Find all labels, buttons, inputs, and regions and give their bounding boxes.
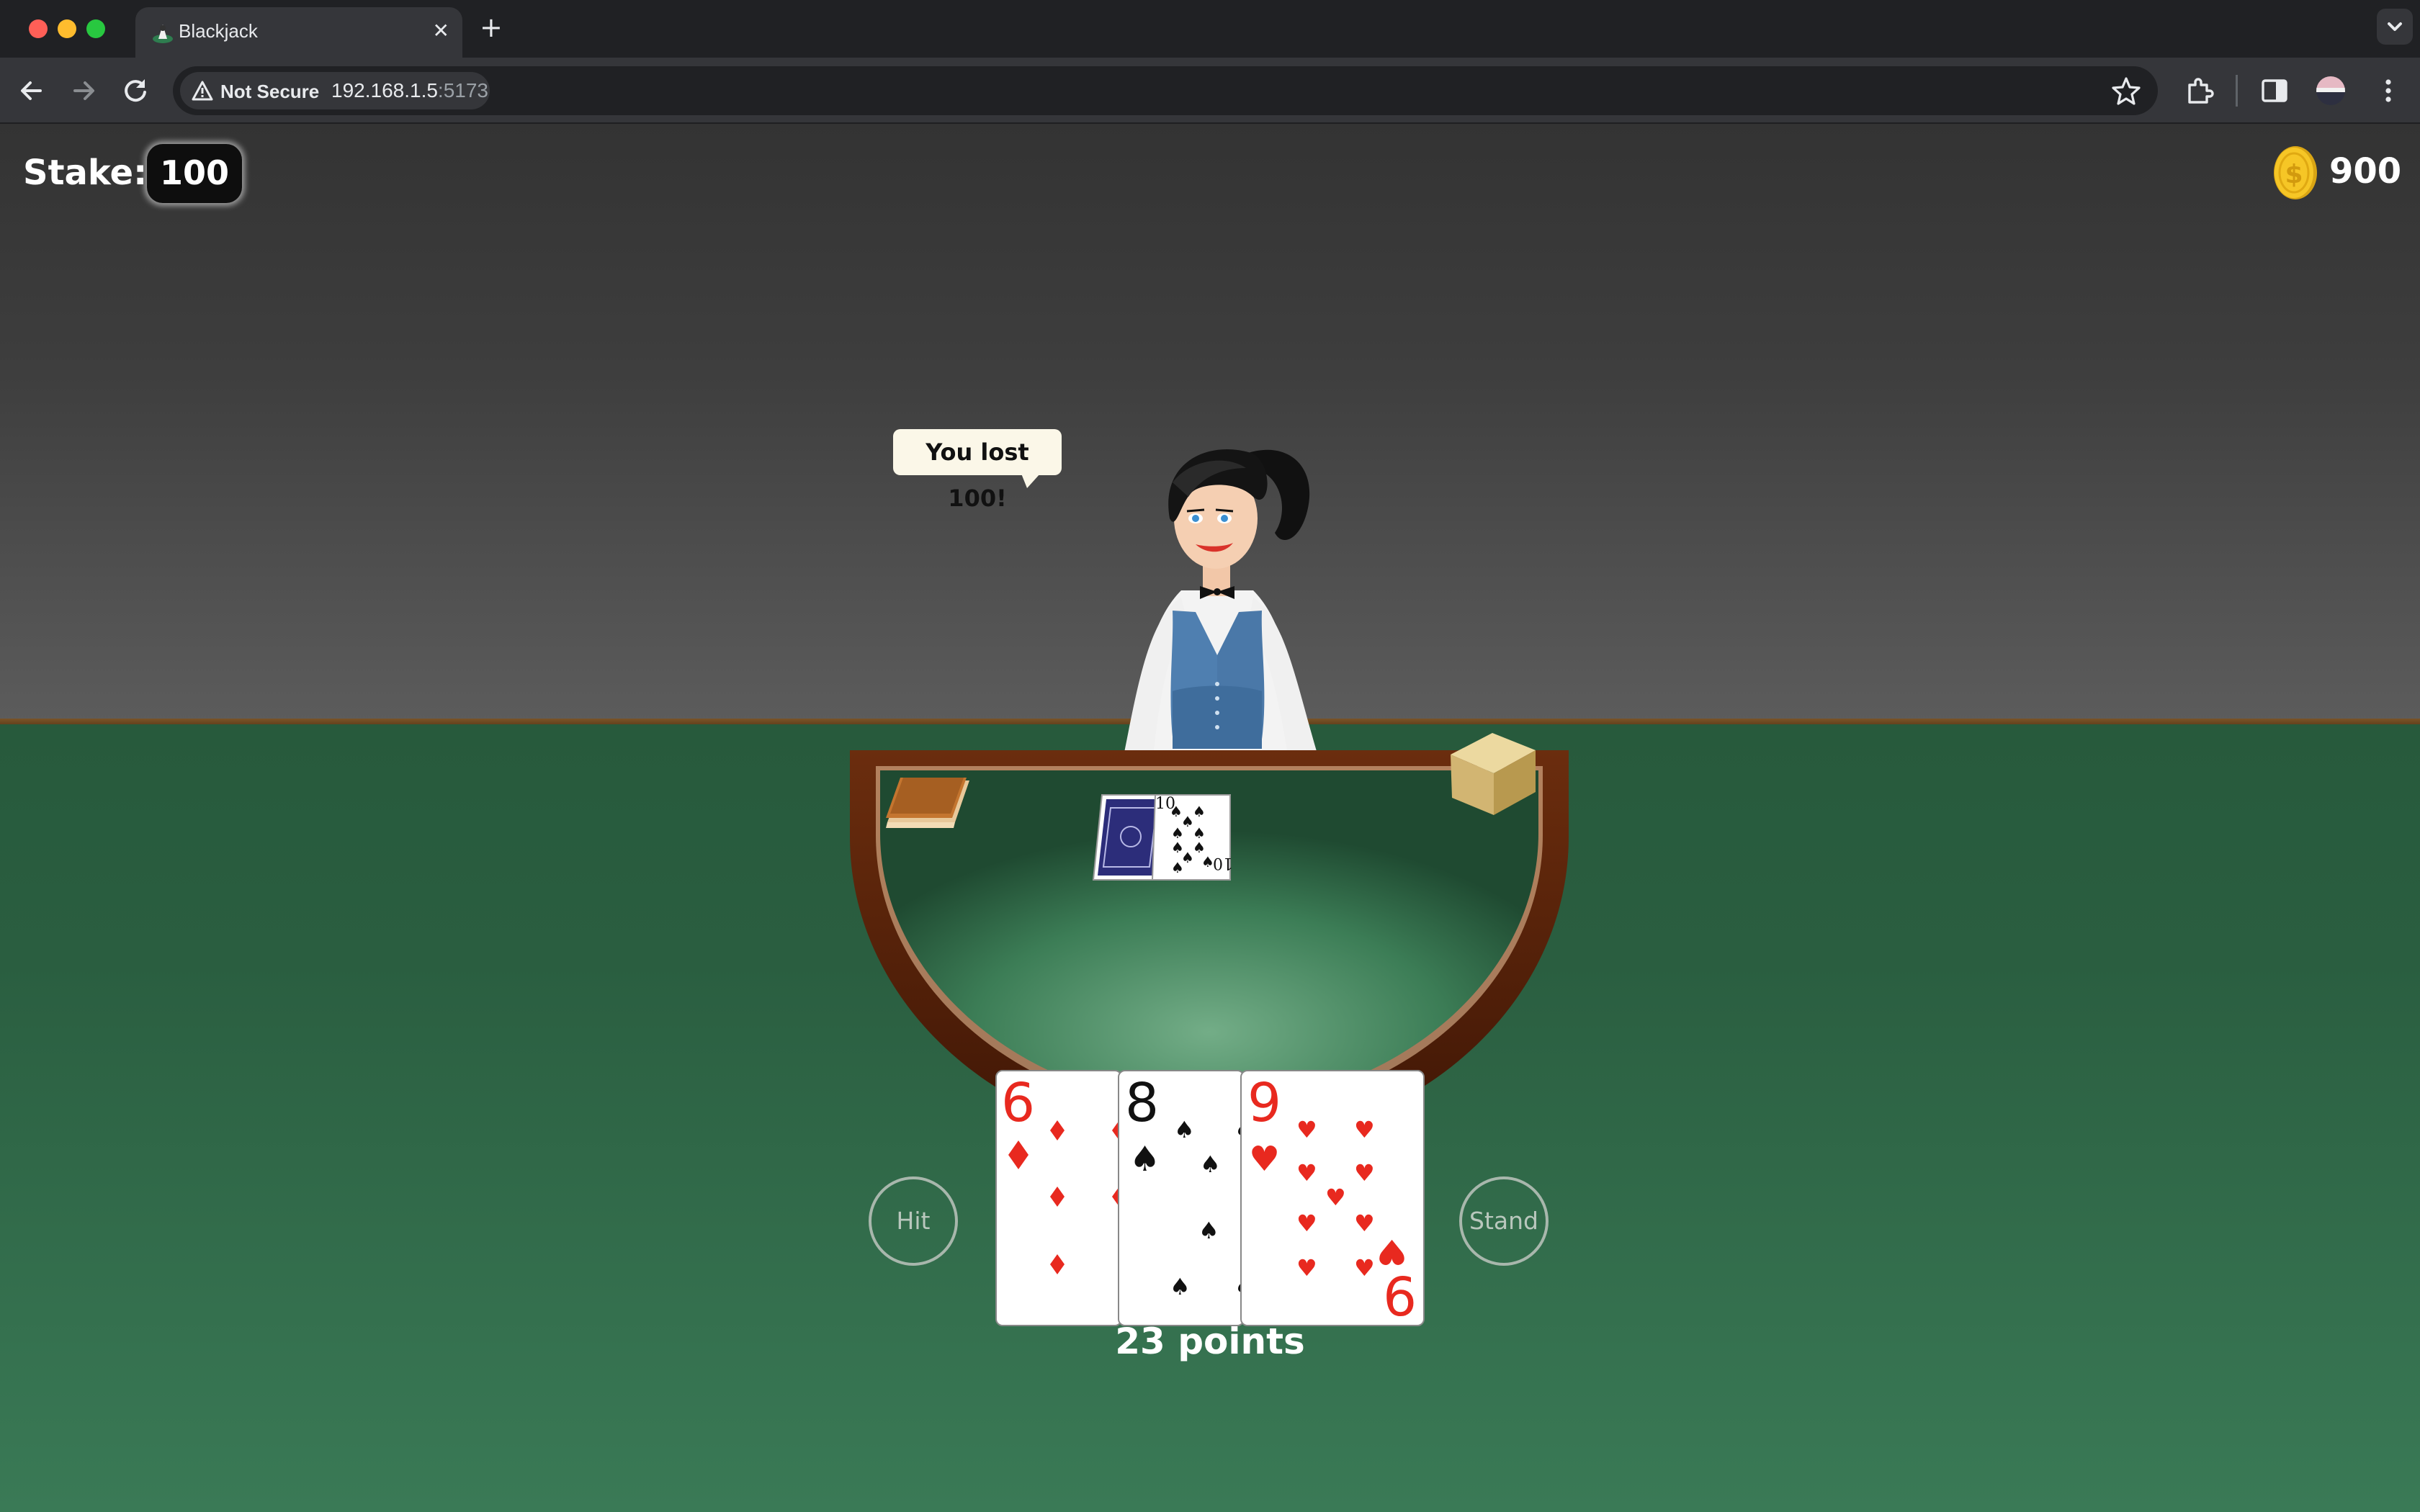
- dealer-hand: 10 10 ♠ ♠ ♠ ♠ ♠ ♠ ♠ ♠ ♠ ♠: [1089, 793, 1233, 883]
- extensions-icon[interactable]: [2182, 73, 2217, 108]
- dealer-character: [1109, 449, 1327, 778]
- svg-text:♠: ♠: [1198, 1217, 1219, 1244]
- blackjack-game-area: Stake: 100 $ 900 You lost 100! 10 10 ♠ ♠…: [0, 124, 2420, 1512]
- tab-close-button[interactable]: ✕: [433, 19, 449, 43]
- chevron-down-icon: [2388, 22, 2402, 31]
- card-pips: ♥ ♥ ♥ ♥ ♥ ♥ ♥ ♥ ♥ ♥ ♥: [1249, 1116, 1407, 1282]
- card-pips: ♠ ♠ ♠ ♠ ♠ ♠ ♠: [1129, 1116, 1243, 1300]
- svg-text:♥: ♥: [1354, 1159, 1375, 1187]
- blackjack-favicon-icon: [153, 24, 173, 43]
- profile-avatar[interactable]: [2313, 73, 2348, 108]
- coin-icon: $: [2274, 146, 2317, 199]
- svg-text:♥: ♥: [1325, 1184, 1346, 1211]
- side-panel-icon[interactable]: [2259, 75, 2290, 107]
- new-tab-button[interactable]: +: [480, 12, 503, 43]
- toolbar-divider: [2236, 75, 2238, 107]
- svg-text:♠: ♠: [1174, 1116, 1195, 1143]
- svg-text:♥: ♥: [1376, 1231, 1407, 1272]
- reload-icon[interactable]: [118, 73, 153, 108]
- svg-text:♠: ♠: [1170, 1273, 1191, 1300]
- svg-text:♥: ♥: [1354, 1254, 1375, 1282]
- svg-text:♠: ♠: [1193, 803, 1206, 820]
- tab-search-button[interactable]: [2377, 9, 2413, 45]
- dealer-card-pips: ♠ ♠ ♠ ♠ ♠ ♠ ♠ ♠ ♠ ♠: [1170, 803, 1214, 873]
- player-points: 23 points: [1115, 1320, 1305, 1362]
- svg-text:$: $: [2285, 160, 2303, 189]
- svg-text:♠: ♠: [1200, 1151, 1221, 1178]
- svg-text:♥: ♥: [1296, 1210, 1317, 1237]
- speech-bubble-tail: [1021, 474, 1040, 488]
- browser-tab-blackjack[interactable]: Blackjack ✕: [135, 7, 462, 58]
- player-card-eight-of-spades: 8 ♠ ♠ ♠ ♠ ♠ ♠ ♠: [1118, 1070, 1245, 1326]
- forward-arrow-icon[interactable]: [66, 73, 101, 108]
- tab-title: Blackjack: [179, 20, 258, 42]
- svg-text:♥: ♥: [1296, 1254, 1317, 1282]
- menu-icon[interactable]: [2375, 75, 2401, 107]
- hit-button[interactable]: Hit: [869, 1176, 958, 1266]
- card-deck: [886, 778, 969, 828]
- svg-text:♥: ♥: [1249, 1139, 1280, 1179]
- player-card-six-of-diamonds: 6: [995, 1070, 1122, 1326]
- dealer-speech-bubble: You lost 100!: [893, 429, 1062, 512]
- stand-button[interactable]: Stand: [1459, 1176, 1549, 1266]
- window-close-button[interactable]: [29, 19, 48, 38]
- balance-amount: 900: [2329, 151, 2402, 192]
- svg-text:♠: ♠: [1129, 1139, 1160, 1179]
- browser-tab-strip: Blackjack ✕ +: [0, 0, 2420, 58]
- player-card-nine-of-hearts: 9 9 ♥ ♥ ♥ ♥ ♥ ♥ ♥ ♥ ♥ ♥ ♥: [1240, 1070, 1425, 1326]
- svg-text:♥: ♥: [1354, 1116, 1375, 1143]
- url-text[interactable]: 192.168.1.5:5173: [331, 79, 488, 102]
- svg-text:♥: ♥: [1296, 1159, 1317, 1187]
- svg-text:♥: ♥: [1296, 1116, 1317, 1143]
- stake-label: Stake:: [23, 153, 148, 193]
- svg-text:♠: ♠: [1201, 853, 1214, 870]
- card-pips: [1008, 1120, 1121, 1274]
- window-minimize-button[interactable]: [58, 19, 76, 38]
- window-zoom-button[interactable]: [86, 19, 105, 38]
- back-arrow-icon[interactable]: [14, 73, 49, 108]
- url-port: :5173: [437, 79, 488, 102]
- stake-value: 100: [147, 144, 242, 203]
- address-bar[interactable]: Not Secure 192.168.1.5:5173: [173, 66, 2158, 115]
- warning-icon: [192, 81, 213, 101]
- not-secure-label: Not Secure: [220, 81, 320, 102]
- discard-box: [1451, 733, 1536, 815]
- url-host: 192.168.1.5: [331, 79, 438, 102]
- star-icon[interactable]: [2110, 75, 2142, 107]
- svg-text:♠: ♠: [1171, 859, 1184, 873]
- svg-text:♥: ♥: [1354, 1210, 1375, 1237]
